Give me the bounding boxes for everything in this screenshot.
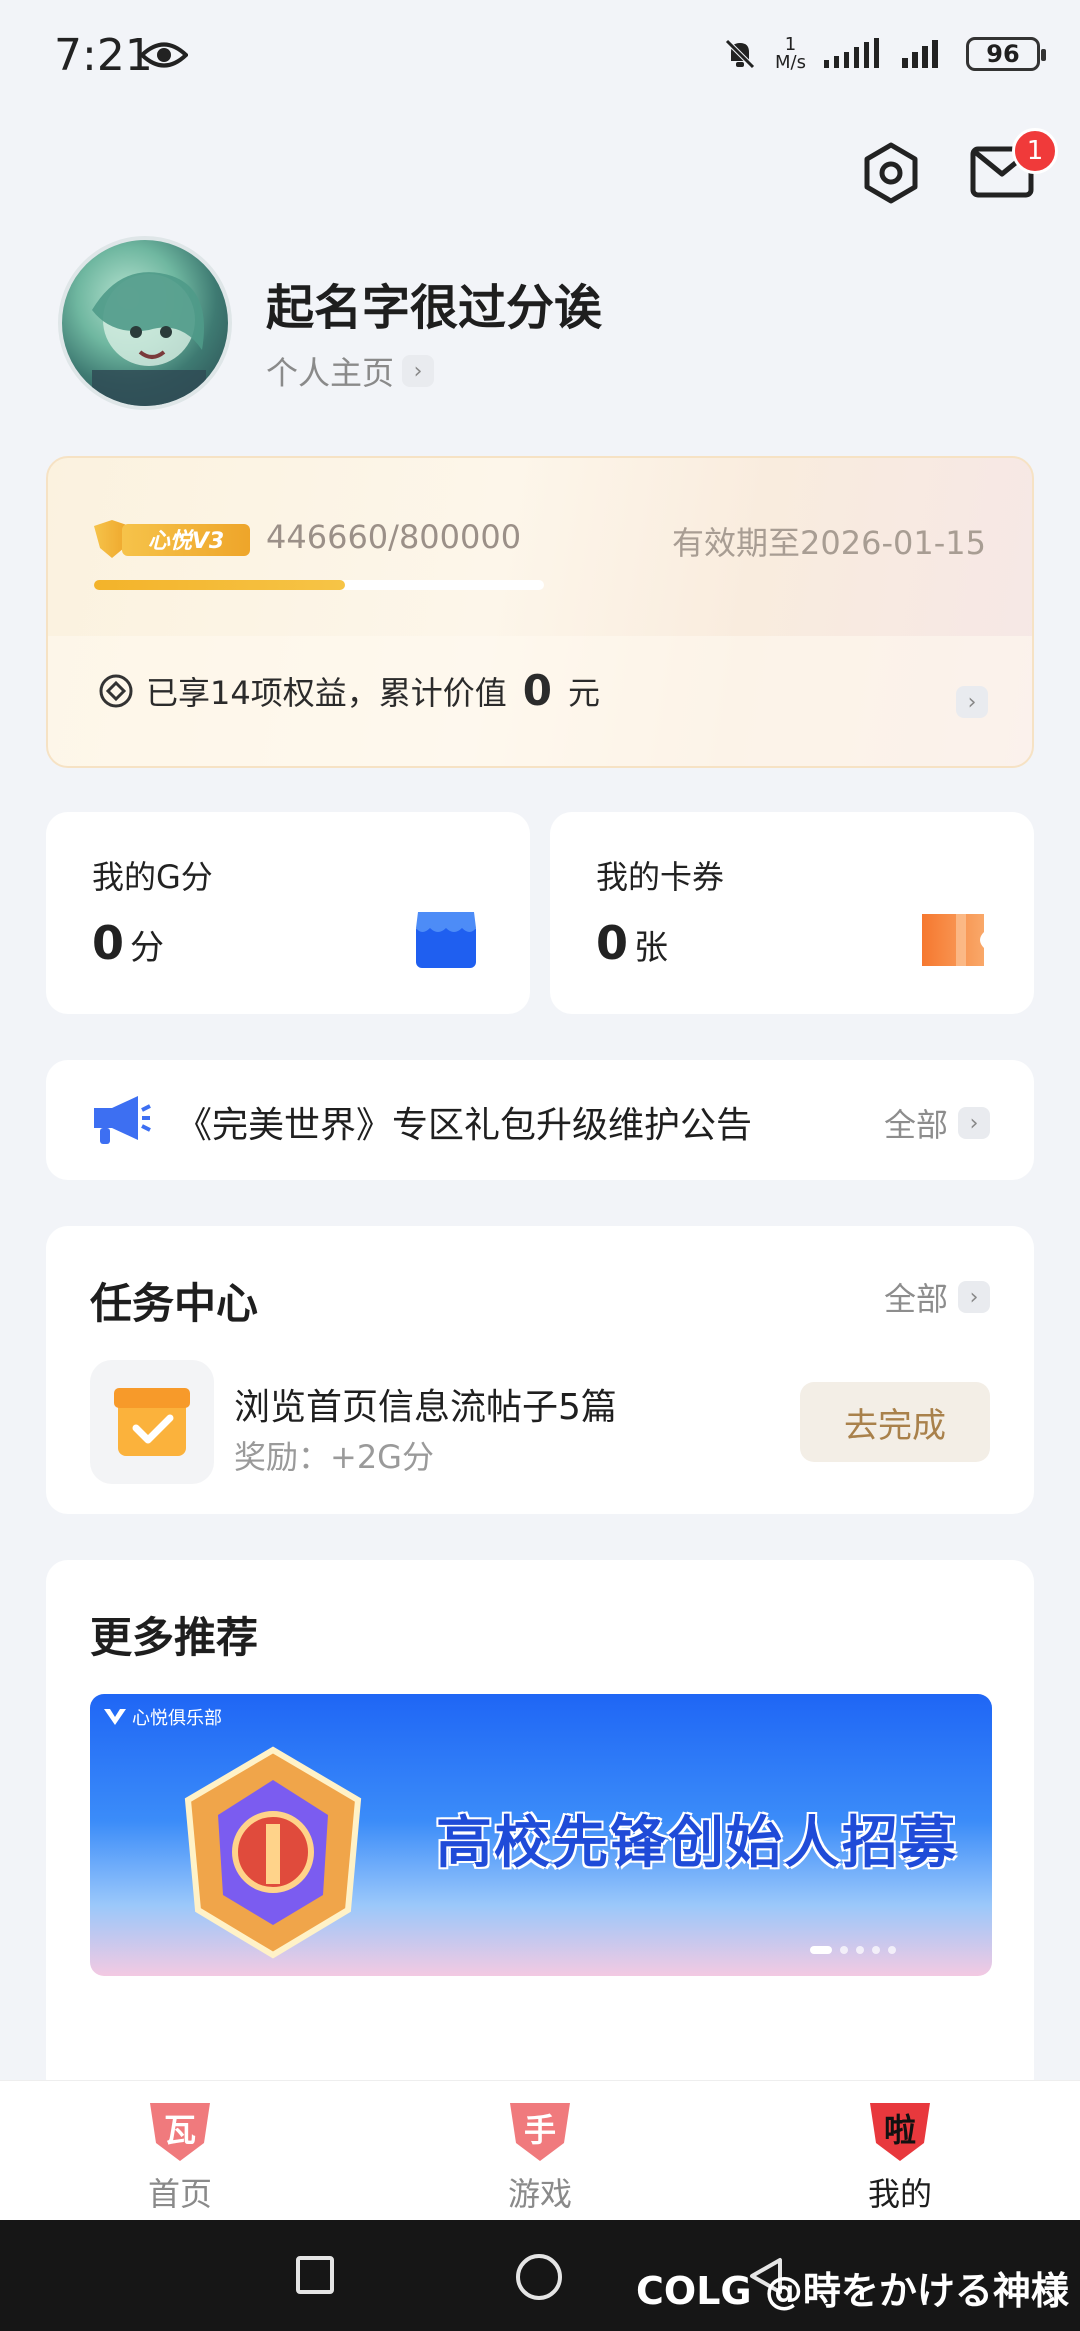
promo-banner[interactable]: 心悦俱乐部 高校先锋创始人招募 [90, 1694, 992, 1976]
chevron-right-icon: › [958, 1281, 990, 1313]
chevron-right-icon: › [956, 686, 988, 718]
eye-icon [140, 42, 188, 68]
club-logo-icon [104, 1709, 126, 1725]
profile-homepage-label: 个人主页 [266, 354, 395, 392]
diamond-icon [99, 674, 133, 707]
g-points-title: 我的G分 [92, 858, 213, 896]
coupons-title: 我的卡券 [596, 858, 725, 896]
coupons-value: 0张 [596, 916, 669, 970]
megaphone-icon [94, 1096, 151, 1144]
coupons-card[interactable]: 我的卡券 0张 [550, 812, 1034, 1014]
username: 起名字很过分诶 [266, 280, 603, 336]
status-icons: 1 M/s 96 [723, 34, 1046, 73]
bell-muted-icon [725, 39, 755, 69]
chevron-right-icon: › [402, 355, 435, 387]
emblem-image [184, 1746, 362, 1959]
signal-icon [824, 38, 879, 68]
bottom-tab-bar: 瓦 首页 手 游戏 啦 我的 [0, 2080, 1080, 2220]
tab-games-label: 游戏 [507, 2175, 572, 2213]
profile-homepage-link[interactable]: 个人主页 › [266, 348, 435, 394]
chevron-right-icon: › [958, 1107, 990, 1139]
tab-me-label: 我的 [867, 2175, 932, 2213]
store-icon [416, 912, 476, 968]
vip-points: 446660/800000 [266, 518, 522, 556]
club-logo: 心悦俱乐部 [104, 1704, 222, 1730]
tab-home-label: 首页 [147, 2175, 212, 2213]
settings-icon[interactable] [860, 142, 922, 204]
svg-text:啦: 啦 [884, 2111, 916, 2149]
g-points-value: 0分 [92, 916, 165, 970]
recents-button[interactable] [296, 2256, 334, 2294]
vip-progress-fill [94, 580, 346, 590]
tab-me[interactable]: 啦 我的 [800, 2099, 1000, 2219]
svg-text:心悦V3: 心悦V3 [148, 529, 224, 554]
vip-card[interactable]: 心悦V3 446660/800000 有效期至2026-01-15 已享14项权… [46, 456, 1034, 768]
status-bar: 7:21 1 M/s 96 [0, 0, 1080, 120]
home-tab-icon: 瓦 [150, 2103, 210, 2161]
task-item-reward: 奖励：+2G分 [234, 1438, 434, 1476]
task-center: 任务中心 全部 › 浏览首页信息流帖子5篇 奖励：+2G分 去完成 [46, 1226, 1034, 1514]
announcement-all-link[interactable]: 全部 › [884, 1100, 990, 1146]
banner-pagination [810, 1946, 896, 1954]
status-time: 7:21 [54, 30, 153, 81]
network-speed: 1 M/s [775, 34, 806, 73]
task-item-title: 浏览首页信息流帖子5篇 [234, 1387, 617, 1428]
svg-text:手: 手 [524, 2111, 556, 2149]
system-nav-bar: COLG @時をかける神様 [0, 2220, 1080, 2331]
checkbox-box-icon [114, 1388, 190, 1456]
mail-badge: 1 [1012, 128, 1058, 174]
recommend-title: 更多推荐 [90, 1613, 259, 1662]
vip-progress-bar [94, 580, 544, 590]
avatar-image [92, 272, 206, 406]
me-tab-icon: 啦 [870, 2103, 930, 2161]
signal-icon-2 [902, 40, 938, 68]
vip-expire-date: 有效期至2026-01-15 [672, 524, 986, 562]
tab-home[interactable]: 瓦 首页 [80, 2099, 280, 2219]
tab-games[interactable]: 手 游戏 [440, 2099, 640, 2219]
announcement-text: 《完美世界》专区礼包升级维护公告 [176, 1105, 753, 1146]
games-tab-icon: 手 [510, 2103, 570, 2161]
vip-benefit-summary: 已享14项权益，累计价值 0 元 [98, 666, 600, 715]
announcement-bar[interactable]: 《完美世界》专区礼包升级维护公告 全部 › [46, 1060, 1034, 1180]
task-item-icon [90, 1360, 214, 1484]
ticket-icon [922, 914, 984, 966]
task-complete-button[interactable]: 去完成 [800, 1382, 990, 1462]
vip-level-badge: 心悦V3 [94, 520, 250, 558]
task-center-all-link[interactable]: 全部 › [884, 1274, 990, 1320]
banner-headline: 高校先锋创始人招募 [436, 1811, 958, 1876]
g-points-card[interactable]: 我的G分 0分 [46, 812, 530, 1014]
battery-indicator: 96 [966, 37, 1046, 71]
svg-text:瓦: 瓦 [164, 2111, 196, 2149]
home-button[interactable] [516, 2254, 562, 2300]
task-center-title: 任务中心 [90, 1279, 259, 1328]
avatar[interactable] [58, 236, 232, 410]
watermark-text: COLG @時をかける神様 [636, 2269, 1069, 2313]
recommend-section: 更多推荐 心悦俱乐部 高校先锋创始人招募 [46, 1560, 1034, 2100]
